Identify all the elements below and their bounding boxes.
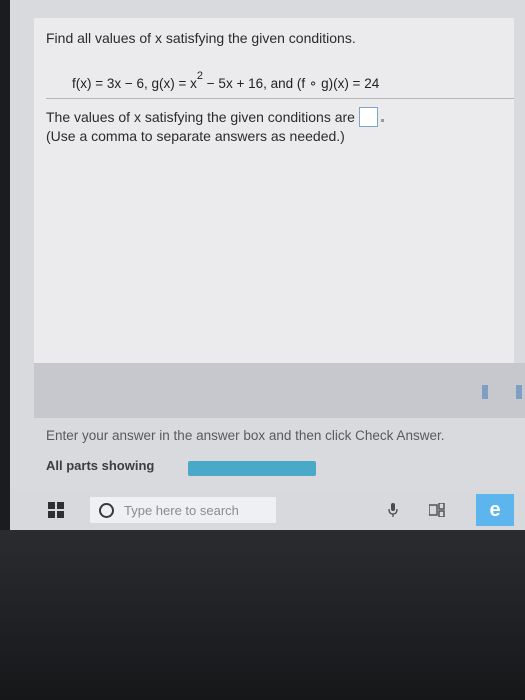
footer-instructions: Enter your answer in the answer box and … [46, 428, 445, 443]
windows-start-icon[interactable] [40, 499, 72, 521]
browser-content: Find all values of x satisfying the give… [10, 0, 525, 540]
answer-label: The values of x satisfying the given con… [46, 109, 355, 125]
search-placeholder: Type here to search [124, 502, 239, 518]
windows-taskbar: Type here to search e [10, 490, 525, 530]
answer-line: The values of x satisfying the given con… [46, 107, 384, 127]
monitor-bezel [0, 530, 525, 700]
task-view-icon[interactable] [426, 499, 448, 521]
question-nav-band [34, 363, 525, 418]
next-part-icon[interactable] [516, 385, 522, 399]
all-parts-showing: All parts showing [46, 458, 155, 473]
question-divider [46, 98, 514, 99]
question-prompt: Find all values of x satisfying the give… [46, 30, 356, 46]
answer-period [380, 118, 384, 122]
equation-part-1: f(x) = 3x − 6, g(x) = x [72, 76, 197, 91]
equation-part-2: − 5x + 16, and (f ∘ g)(x) = 24 [203, 76, 380, 91]
question-panel: Find all values of x satisfying the give… [34, 18, 514, 363]
given-conditions: f(x) = 3x − 6, g(x) = x2 − 5x + 16, and … [72, 70, 379, 92]
answer-input-box[interactable] [358, 107, 378, 127]
edge-browser-icon[interactable]: e [476, 494, 514, 526]
parts-progress-fill [188, 461, 316, 476]
microphone-icon[interactable] [382, 499, 404, 521]
taskbar-search-box[interactable]: Type here to search [90, 497, 276, 523]
cortana-icon [99, 502, 114, 518]
parts-progress-bar [188, 461, 316, 476]
previous-part-icon[interactable] [482, 385, 488, 399]
answer-hint: (Use a comma to separate answers as need… [46, 128, 345, 144]
